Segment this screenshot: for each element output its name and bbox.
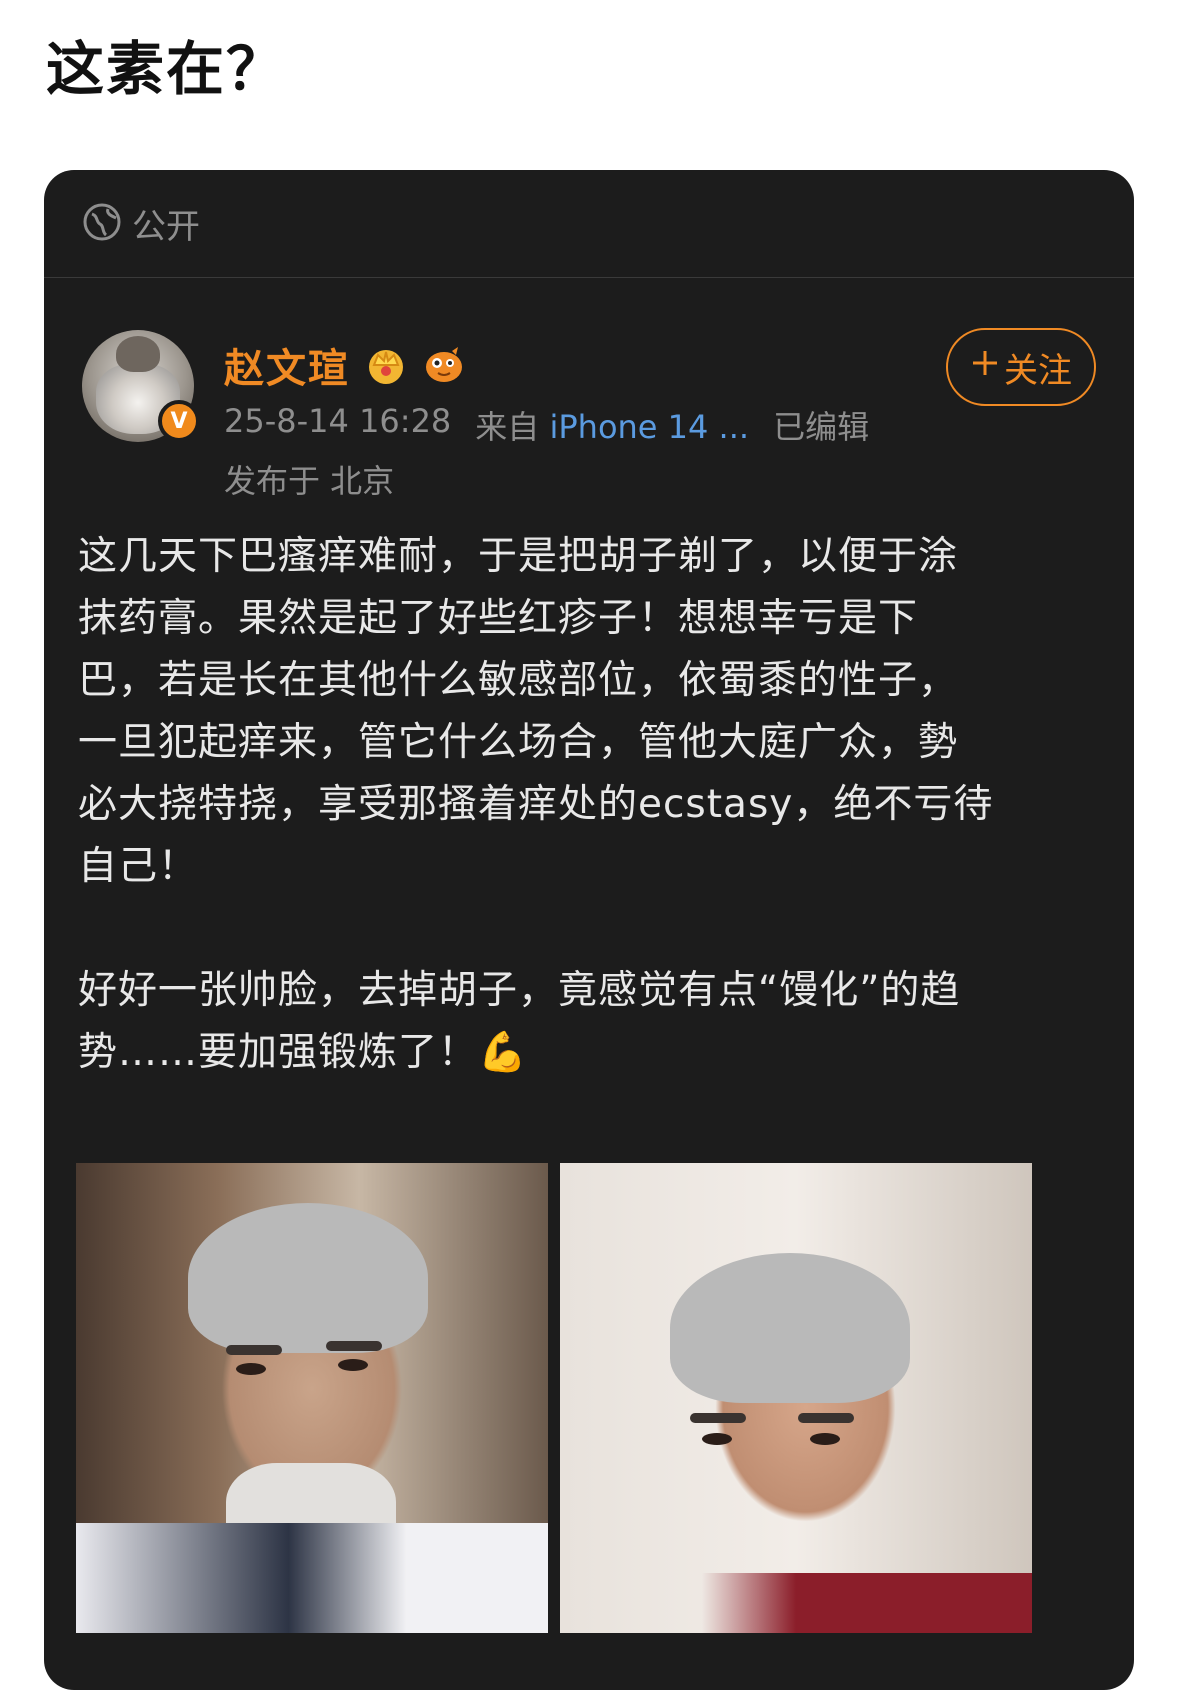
photo-eye [338, 1359, 368, 1371]
edited-label[interactable]: 已编辑 [773, 402, 869, 448]
follow-label: 关注 [1004, 350, 1072, 391]
follow-button[interactable]: 关注 [946, 328, 1096, 406]
post-source: 来自 iPhone 14 ... [475, 402, 749, 448]
post-location: 发布于 北京 [224, 462, 395, 500]
photo-eye [702, 1433, 732, 1445]
globe-icon [82, 202, 122, 246]
visibility-label: 公开 [132, 207, 200, 247]
plus-icon [970, 347, 1000, 387]
emoji-badge-icon[interactable] [422, 343, 466, 387]
verified-badge: V [158, 400, 200, 442]
username[interactable]: 赵文瑄 [224, 336, 350, 394]
photo-with-beard[interactable] [76, 1163, 548, 1633]
post-card: 公开 V 赵文瑄 关注 25-8-14 16:28 来自 iPhone 14 .… [44, 170, 1134, 1690]
photo-brow [226, 1345, 282, 1355]
visibility-bar[interactable]: 公开 [44, 170, 1134, 278]
photo-hair [188, 1203, 428, 1353]
username-row: 赵文瑄 [224, 336, 466, 394]
source-prefix: 来自 [475, 408, 540, 446]
avatar[interactable]: V [82, 330, 200, 442]
avatar-person-head [116, 336, 160, 372]
photo-brow [798, 1413, 854, 1423]
photo-hair [670, 1253, 910, 1403]
post-body: 这几天下巴瘙痒难耐，于是把胡子剃了，以便于涂 抹药膏。果然是起了好些红疹子！想想… [78, 534, 994, 1075]
photo-brow [326, 1341, 382, 1351]
photo-shirt [560, 1573, 1032, 1633]
photo-eye [810, 1433, 840, 1445]
photo-shirt [76, 1523, 548, 1633]
photo-brow [690, 1413, 746, 1423]
crown-icon[interactable] [364, 343, 408, 387]
post-meta: 25-8-14 16:28 来自 iPhone 14 ... 已编辑 [224, 402, 869, 448]
page-title: 这素在？ [46, 35, 287, 103]
source-device-link[interactable]: iPhone 14 ... [549, 408, 749, 446]
photo-grid [76, 1163, 1032, 1633]
photo-eye [236, 1363, 266, 1375]
photo-clean-shaven[interactable] [560, 1163, 1032, 1633]
post-date: 25-8-14 16:28 [224, 402, 452, 440]
